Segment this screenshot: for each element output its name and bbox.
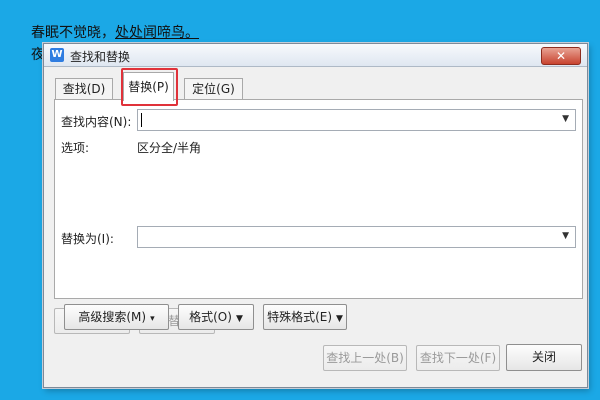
tab-replace[interactable]: 替换(P): [123, 72, 174, 101]
find-label: 查找内容(N):: [61, 115, 132, 129]
find-previous-button[interactable]: 查找上一处(B): [323, 345, 407, 371]
chevron-down-icon: ▼: [235, 314, 243, 324]
dialog-titlebar[interactable]: W 查找和替换 ✕: [44, 44, 587, 67]
document-text-plain: 春眠不觉晓，: [31, 25, 115, 41]
document-text-line-1: 春眠不觉晓，处处闻啼鸟。: [31, 22, 199, 42]
advanced-search-label: 高级搜索(M): [78, 310, 147, 324]
options-label: 选项:: [61, 141, 90, 155]
chevron-down-icon[interactable]: ▼: [562, 231, 569, 241]
special-format-button[interactable]: 特殊格式(E) ▼: [263, 304, 347, 330]
close-button[interactable]: 关闭: [506, 344, 582, 371]
wps-app-icon: W: [50, 48, 64, 62]
text-caret: [141, 113, 142, 127]
tab-goto[interactable]: 定位(G): [184, 78, 243, 100]
replace-input[interactable]: ▼: [137, 226, 576, 248]
advanced-search-button[interactable]: 高级搜索(M) ▾: [64, 304, 169, 330]
close-icon[interactable]: ✕: [541, 47, 581, 65]
find-input[interactable]: ▼: [137, 109, 576, 131]
chevron-down-icon[interactable]: ▼: [562, 114, 569, 124]
dialog-title: 查找和替换: [70, 50, 131, 64]
tab-find[interactable]: 查找(D): [55, 78, 113, 100]
document-text-underlined: 处处闻啼鸟。: [115, 25, 199, 41]
find-replace-dialog: W 查找和替换 ✕ 查找(D) 替换(P) 定位(G) 查找内容(N): ▼ 选…: [43, 43, 588, 388]
find-next-button[interactable]: 查找下一处(F): [416, 345, 500, 371]
replace-label: 替换为(I):: [61, 232, 114, 246]
chevron-down-icon: ▼: [336, 314, 343, 324]
format-button[interactable]: 格式(O) ▼: [178, 304, 254, 330]
format-label: 格式(O): [189, 310, 232, 324]
options-value: 区分全/半角: [137, 141, 202, 155]
chevron-down-icon: ▾: [150, 314, 155, 324]
replace-panel: 查找内容(N): ▼ 选项: 区分全/半角 替换为(I): ▼ 高级搜索(M) ▾…: [54, 99, 583, 330]
special-format-label: 特殊格式(E): [267, 310, 333, 324]
